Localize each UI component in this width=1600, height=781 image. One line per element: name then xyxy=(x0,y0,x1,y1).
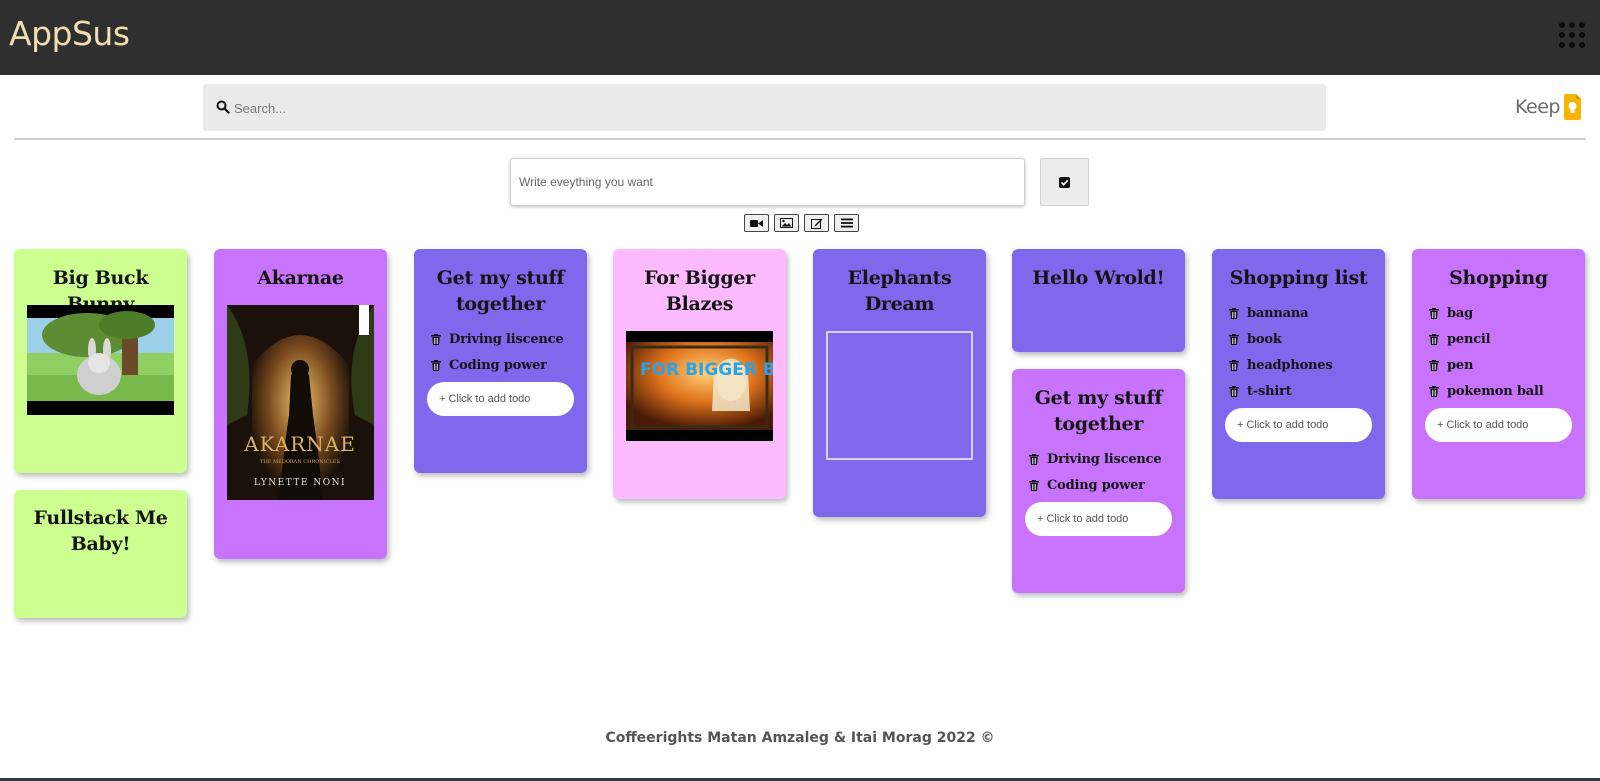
trash-icon[interactable] xyxy=(1229,385,1239,397)
trash-icon[interactable] xyxy=(431,333,441,345)
todo-item: Driving liscence xyxy=(431,328,564,350)
book-cover-image[interactable]: AKARNAE THE MEDORAN CHRONICLES LYNETTE N… xyxy=(227,305,374,500)
todo-item: bag xyxy=(1429,302,1473,324)
todo-item: book xyxy=(1229,328,1282,350)
keep-logo[interactable]: Keep xyxy=(1515,94,1581,120)
note-title: Akarnae xyxy=(257,267,344,289)
note-card[interactable]: Get my stuff together Driving liscence C… xyxy=(1012,369,1185,593)
todo-label[interactable]: pencil xyxy=(1447,332,1491,347)
top-bar: AppSus xyxy=(0,0,1600,75)
keep-logo-text: Keep xyxy=(1515,96,1560,118)
todo-item: pokemon ball xyxy=(1429,380,1544,402)
trash-icon[interactable] xyxy=(1029,453,1039,465)
trash-icon[interactable] xyxy=(1429,333,1439,345)
app-logo[interactable]: AppSus xyxy=(9,14,130,53)
header-divider xyxy=(14,138,1586,140)
book-cover-subtitle: THE MEDORAN CHRONICLES xyxy=(260,459,340,465)
todo-item: Coding power xyxy=(1029,474,1145,496)
bunny-video-frame xyxy=(27,305,174,415)
book-cover-art: AKARNAE THE MEDORAN CHRONICLES LYNETTE N… xyxy=(227,305,374,500)
add-todo-button[interactable]: + Click to add todo xyxy=(1025,502,1172,536)
note-card[interactable]: Shopping bag pencil pen pokemon ball + C… xyxy=(1412,249,1585,499)
search-icon xyxy=(216,100,230,114)
note-card[interactable]: Akarnae AKARNAE THE MEDORAN CHRONICLES L… xyxy=(214,249,387,559)
add-todo-button[interactable]: + Click to add todo xyxy=(1425,408,1572,442)
image-icon xyxy=(780,218,793,228)
trash-icon[interactable] xyxy=(1429,307,1439,319)
trash-icon[interactable] xyxy=(1429,385,1439,397)
trash-icon[interactable] xyxy=(1229,359,1239,371)
video-note-button[interactable] xyxy=(744,214,769,232)
add-todo-button[interactable]: + Click to add todo xyxy=(1225,408,1372,442)
todo-label[interactable]: headphones xyxy=(1247,358,1333,373)
edit-icon xyxy=(810,218,822,229)
search-input[interactable] xyxy=(234,93,1314,123)
apps-grid-icon[interactable] xyxy=(1559,22,1585,48)
note-title: Get my stuff together xyxy=(436,267,565,315)
todo-item: headphones xyxy=(1229,354,1333,376)
todo-item: pencil xyxy=(1429,328,1491,350)
todo-item: t-shirt xyxy=(1229,380,1292,402)
book-cover-title: AKARNAE xyxy=(243,432,356,456)
video-icon xyxy=(750,219,763,227)
todo-item: bannana xyxy=(1229,302,1309,324)
thumbnail-text: FOR BIGGER BLAZES xyxy=(640,360,773,380)
note-title: Shopping xyxy=(1449,267,1548,289)
note-card[interactable]: Get my stuff together Driving liscence C… xyxy=(414,249,587,473)
note-composer xyxy=(510,158,1025,206)
note-card[interactable]: Shopping list bannana book headphones t-… xyxy=(1212,249,1385,499)
todo-label[interactable]: Coding power xyxy=(449,358,547,373)
note-title: Hello Wrold! xyxy=(1032,267,1165,289)
todo-label[interactable]: Driving liscence xyxy=(449,332,564,347)
todo-item: Driving liscence xyxy=(1029,448,1162,470)
note-composer-input[interactable] xyxy=(519,167,1014,197)
composer-submit-button[interactable] xyxy=(1040,158,1089,206)
book-cover-author: LYNETTE NONI xyxy=(254,478,346,488)
todo-label[interactable]: Coding power xyxy=(1047,478,1145,493)
note-type-buttons xyxy=(744,214,859,232)
todo-note-button[interactable] xyxy=(834,214,859,232)
todo-label[interactable]: book xyxy=(1247,332,1282,347)
todo-item: pen xyxy=(1429,354,1473,376)
note-card[interactable]: Elephants Dream xyxy=(813,249,986,517)
video-player[interactable] xyxy=(826,331,973,460)
checkbox-icon xyxy=(1059,176,1070,188)
trash-icon[interactable] xyxy=(1429,359,1439,371)
todo-label[interactable]: t-shirt xyxy=(1247,384,1292,399)
note-title: For Bigger Blazes xyxy=(644,267,755,315)
trash-icon[interactable] xyxy=(1229,333,1239,345)
blazes-video-frame: FOR BIGGER BLAZES xyxy=(626,331,773,441)
note-card[interactable]: Big Buck Bunny xyxy=(14,249,187,473)
add-todo-button[interactable]: + Click to add todo xyxy=(427,382,574,416)
todo-label[interactable]: pen xyxy=(1447,358,1473,373)
todo-label[interactable]: Driving liscence xyxy=(1047,452,1162,467)
note-title: Fullstack Me Baby! xyxy=(33,507,168,555)
note-title: Shopping list xyxy=(1229,267,1368,289)
note-card[interactable]: For Bigger Blazes FOR BIGGER BLAZES xyxy=(613,249,786,499)
list-icon xyxy=(840,218,853,228)
video-thumbnail[interactable] xyxy=(27,305,174,415)
trash-icon[interactable] xyxy=(1029,479,1039,491)
todo-item: Coding power xyxy=(431,354,547,376)
trash-icon[interactable] xyxy=(1229,307,1239,319)
todo-label[interactable]: bag xyxy=(1447,306,1473,321)
note-card[interactable]: Hello Wrold! xyxy=(1012,249,1185,352)
todo-label[interactable]: pokemon ball xyxy=(1447,384,1544,399)
video-thumbnail[interactable]: FOR BIGGER BLAZES xyxy=(626,331,773,441)
keep-bulb-icon xyxy=(1563,94,1581,120)
note-title: Elephants Dream xyxy=(847,267,952,315)
note-title: Get my stuff together xyxy=(1034,387,1163,435)
note-card[interactable]: Fullstack Me Baby! xyxy=(14,490,187,618)
trash-icon[interactable] xyxy=(431,359,441,371)
search-bar xyxy=(203,84,1326,131)
todo-label[interactable]: bannana xyxy=(1247,306,1309,321)
image-note-button[interactable] xyxy=(774,214,799,232)
footer-text: Coffeerights Matan Amzaleg & Itai Morag … xyxy=(605,730,995,746)
text-note-button[interactable] xyxy=(804,214,829,232)
